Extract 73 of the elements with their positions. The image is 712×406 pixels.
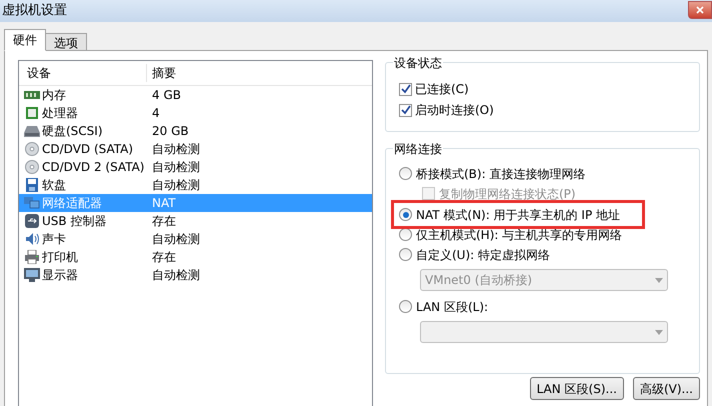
check-icon bbox=[400, 105, 410, 115]
device-name: 显示器 bbox=[42, 267, 78, 284]
device-name: USB 控制器 bbox=[42, 213, 106, 230]
close-icon bbox=[696, 6, 704, 14]
radio-label: NAT 模式(N): 用于共享主机的 IP 地址 bbox=[416, 206, 620, 224]
device-row[interactable]: 内存 4 GB bbox=[19, 86, 372, 104]
column-header[interactable]: 设备 bbox=[19, 64, 147, 82]
radio-label: 自定义(U): 特定虚拟网络 bbox=[416, 246, 550, 264]
device-name: 处理器 bbox=[42, 105, 78, 122]
device-name: 内存 bbox=[42, 87, 66, 104]
dropdown-caret-icon bbox=[655, 330, 663, 334]
window-title: 虚拟机设置 bbox=[2, 2, 67, 20]
disc-icon bbox=[24, 160, 40, 174]
usb-icon bbox=[24, 214, 40, 228]
device-row[interactable]: 硬盘(SCSI) 20 GB bbox=[19, 122, 372, 140]
device-name: 声卡 bbox=[42, 231, 66, 248]
device-name: CD/DVD (SATA) bbox=[42, 141, 134, 158]
device-summary: 自动检测 bbox=[151, 159, 200, 176]
radio-button[interactable] bbox=[399, 228, 412, 241]
device-name: 硬盘(SCSI) bbox=[42, 123, 103, 140]
device-summary: 自动检测 bbox=[151, 141, 200, 158]
device-summary: 自动检测 bbox=[151, 231, 200, 248]
printer-icon bbox=[24, 250, 40, 264]
device-summary: 存在 bbox=[151, 249, 176, 266]
radio-button[interactable] bbox=[399, 300, 412, 313]
device-row[interactable]: 声卡 自动检测 bbox=[19, 230, 372, 248]
device-name: 软盘 bbox=[42, 177, 66, 194]
device-row[interactable]: 显示器 自动检测 bbox=[19, 266, 372, 284]
device-name: 打印机 bbox=[42, 249, 78, 266]
radio-button[interactable] bbox=[399, 208, 412, 221]
monitor-icon bbox=[24, 268, 40, 282]
dialog-button[interactable]: 高级(V)... bbox=[632, 377, 700, 400]
dialog-button[interactable]: LAN 区段(S)... bbox=[530, 377, 624, 400]
radio-label: LAN 区段(L): bbox=[416, 298, 488, 316]
checkbox-label: 启动时连接(O) bbox=[415, 102, 494, 119]
device-row[interactable]: USB 控制器 存在 bbox=[19, 212, 372, 230]
device-row[interactable]: 打印机 存在 bbox=[19, 248, 372, 266]
column-header[interactable]: 摘要 bbox=[147, 64, 176, 82]
network-computers-icon bbox=[24, 196, 40, 210]
device-row[interactable]: CD/DVD (SATA) 自动检测 bbox=[19, 140, 372, 158]
checkbox-label: 复制物理网络连接状态(P) bbox=[439, 186, 576, 202]
device-summary: 4 bbox=[151, 105, 160, 122]
chip-icon bbox=[24, 106, 40, 120]
checkbox[interactable] bbox=[399, 104, 412, 116]
hard-drive-icon bbox=[24, 124, 40, 138]
device-summary: 4 GB bbox=[151, 87, 181, 104]
speaker-icon bbox=[24, 232, 40, 246]
disc-icon bbox=[24, 142, 40, 156]
close-button[interactable] bbox=[688, 1, 712, 19]
radio-label: 桥接模式(B): 直接连接物理网络 bbox=[416, 166, 586, 182]
group-title: 网络连接 bbox=[393, 140, 443, 158]
radio-button[interactable] bbox=[399, 248, 412, 261]
device-summary: 自动检测 bbox=[151, 177, 200, 194]
device-name: CD/DVD 2 (SATA) bbox=[42, 159, 144, 176]
checkbox-label: 已连接(C) bbox=[415, 81, 469, 98]
memory-chip-icon bbox=[24, 88, 40, 102]
checkbox[interactable] bbox=[399, 82, 412, 96]
device-summary: 20 GB bbox=[151, 123, 189, 140]
device-summary: 自动检测 bbox=[151, 267, 200, 284]
radio-label: 仅主机模式(H): 与主机共享的专用网络 bbox=[416, 226, 622, 244]
radio-button[interactable] bbox=[399, 167, 412, 180]
device-summary: NAT bbox=[151, 195, 176, 212]
device-name: 网络适配器 bbox=[42, 195, 102, 212]
dropdown-value: VMnet0 (自动桥接) bbox=[425, 272, 532, 289]
tab[interactable]: 选项 bbox=[45, 33, 87, 51]
tab[interactable]: 硬件 bbox=[4, 29, 46, 51]
device-row[interactable]: 处理器 4 bbox=[19, 104, 372, 122]
dropdown-caret-icon bbox=[655, 278, 663, 282]
group-title: 设备状态 bbox=[393, 54, 443, 72]
check-icon bbox=[400, 84, 410, 94]
device-row[interactable]: CD/DVD 2 (SATA) 自动检测 bbox=[19, 158, 372, 176]
device-summary: 存在 bbox=[151, 213, 176, 230]
device-row[interactable]: 软盘 自动检测 bbox=[19, 176, 372, 194]
